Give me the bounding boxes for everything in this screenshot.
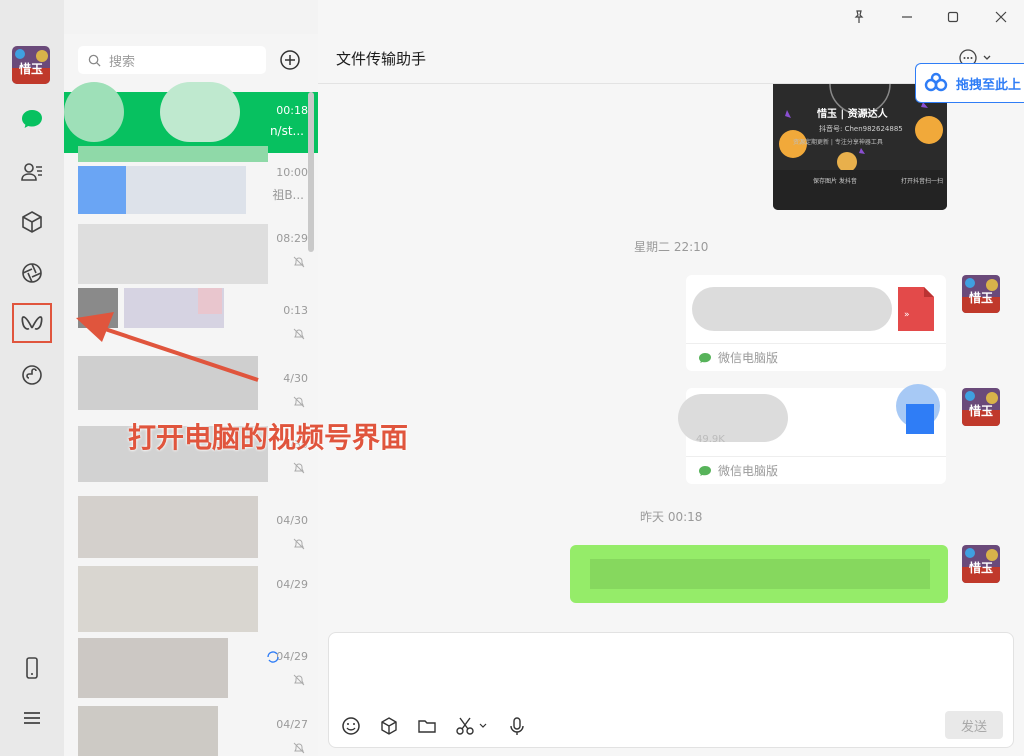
list-item-time: 04/29 (276, 578, 308, 591)
file-size: 49.9K (696, 434, 725, 445)
annotation-arrow (76, 312, 259, 382)
chat-list: 搜索 00:18 n/st... 10:00 祖B... 08:29 0:13 … (64, 34, 318, 756)
baidu-netdisk-icon (924, 72, 948, 92)
file-message[interactable]: » 微信电脑版 (686, 275, 946, 371)
search-icon (88, 54, 101, 67)
pdf-file-icon: » (898, 287, 934, 331)
avatar-text: 惜玉 (968, 290, 993, 305)
mute-bell-icon (293, 674, 305, 686)
contacts-icon[interactable] (12, 152, 52, 192)
message-avatar[interactable]: 惜玉 (962, 545, 1000, 583)
microphone-icon[interactable] (506, 715, 528, 737)
mute-bell-icon (293, 462, 305, 474)
file-message[interactable]: 49.9K 微信电脑版 (678, 384, 946, 484)
maximize-icon[interactable] (942, 6, 964, 28)
list-item-time: 04/27 (276, 718, 308, 731)
mute-bell-icon (293, 328, 305, 340)
doc-file-icon (896, 384, 940, 434)
list-item-preview: 祖B... (272, 188, 304, 202)
nav-rail: 惜玉 (0, 0, 64, 756)
message-input[interactable]: 发送 (328, 632, 1014, 748)
list-item-time: 4/30 (283, 372, 308, 385)
list-item-time: 04/30 (276, 514, 308, 527)
close-icon[interactable] (990, 6, 1012, 28)
wechat-small-icon (699, 352, 711, 363)
card-right-caption: 打开抖音扫一扫 (901, 178, 944, 185)
mute-bell-icon (293, 538, 305, 550)
file-source: 微信电脑版 (686, 343, 946, 371)
avatar-text: 惜玉 (18, 61, 43, 76)
titlebar (318, 0, 1024, 34)
mute-bell-icon (293, 742, 305, 754)
card-desc-line: 资源定期更新 | 专注分享神器工具 (793, 139, 883, 146)
timestamp: 昨天 00:18 (640, 510, 703, 524)
list-scrollbar[interactable] (308, 92, 314, 252)
file-source: 微信电脑版 (686, 456, 946, 484)
box-icon[interactable] (12, 202, 52, 242)
chat-title: 文件传输助手 (336, 50, 427, 68)
user-avatar[interactable]: 惜玉 (12, 46, 50, 84)
mute-bell-icon (293, 396, 305, 408)
list-item-time: 04/29 (276, 650, 308, 663)
minimize-icon[interactable] (896, 6, 918, 28)
box-icon[interactable] (378, 715, 400, 737)
chat-pane: 文件传输助手 惜玉 | 资源达人 抖音号: Chen982624885 资源定期… (318, 0, 1024, 756)
scissors-icon[interactable] (454, 715, 490, 737)
send-button[interactable]: 发送 (945, 711, 1003, 739)
svg-text:»: » (904, 310, 910, 320)
timestamp: 星期二 22:10 (634, 240, 709, 254)
emoji-icon[interactable] (340, 715, 362, 737)
pin-icon[interactable] (848, 6, 870, 28)
miniprogram-icon[interactable] (12, 355, 52, 395)
wechat-small-icon (699, 465, 711, 476)
list-item-time: 0:13 (283, 304, 308, 317)
list-item-preview: n/st... (269, 124, 304, 138)
card-left-caption: 保存图片 发抖音 (813, 178, 857, 185)
list-item-time: 08:29 (276, 232, 308, 245)
avatar-text: 惜玉 (968, 560, 993, 575)
folder-icon[interactable] (416, 715, 438, 737)
menu-icon[interactable] (12, 698, 52, 738)
search-placeholder: 搜索 (109, 54, 136, 70)
baidu-label: 拖拽至此上 (956, 77, 1022, 93)
search-input[interactable]: 搜索 (78, 46, 266, 74)
mute-bell-icon (293, 256, 305, 268)
list-item-time: 10:00 (276, 166, 308, 179)
message-avatar[interactable]: 惜玉 (962, 388, 1000, 426)
card-name: 惜玉 | 资源达人 (817, 109, 888, 120)
chat-icon[interactable] (12, 100, 52, 140)
add-icon[interactable] (278, 48, 302, 72)
phone-icon[interactable] (12, 648, 52, 688)
baidu-drop-panel[interactable]: 拖拽至此上 (915, 63, 1024, 103)
file-source-label: 微信电脑版 (718, 464, 779, 478)
file-source-label: 微信电脑版 (718, 351, 779, 365)
avatar-text: 惜玉 (968, 403, 993, 418)
sync-icon (267, 651, 279, 663)
channels-butterfly-icon[interactable] (12, 303, 52, 343)
text-bubble-redacted[interactable] (570, 545, 948, 603)
annotation-text: 打开电脑的视频号界面 (128, 421, 409, 454)
list-item-time: 00:18 (276, 104, 308, 117)
card-id-line: 抖音号: Chen982624885 (819, 125, 903, 133)
moments-aperture-icon[interactable] (12, 253, 52, 293)
message-avatar[interactable]: 惜玉 (962, 275, 1000, 313)
